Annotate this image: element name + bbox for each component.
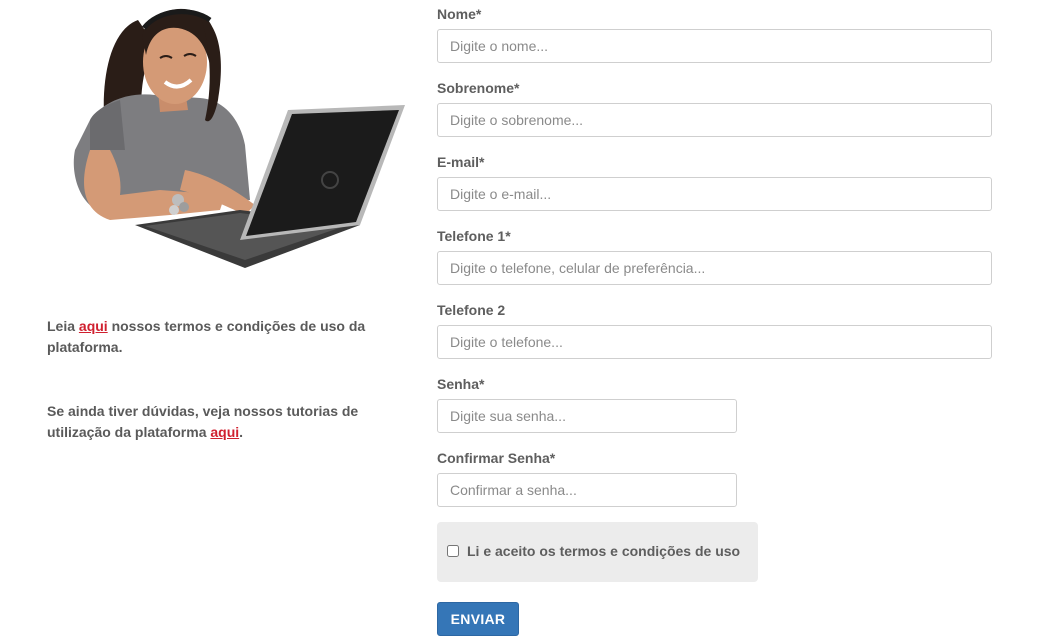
terms-link[interactable]: aqui xyxy=(79,318,108,334)
sobrenome-input[interactable] xyxy=(437,103,992,137)
telefone2-label: Telefone 2 xyxy=(437,302,506,318)
nome-input[interactable] xyxy=(437,29,992,63)
email-input[interactable] xyxy=(437,177,992,211)
submit-button[interactable]: ENVIAR xyxy=(437,602,519,636)
terms-agreement-box: Li e aceito os termos e condições de uso xyxy=(437,522,758,582)
confirmar-senha-input[interactable] xyxy=(437,473,737,507)
tutorial-prefix: Se ainda tiver dúvidas, veja nossos tuto… xyxy=(47,403,359,440)
tutorial-suffix: . xyxy=(239,424,244,440)
terms-info-text: Leia aqui nossos termos e condições de u… xyxy=(47,316,397,358)
tutorial-info-text: Se ainda tiver dúvidas, veja nossos tuto… xyxy=(47,401,397,443)
sobrenome-label: Sobrenome* xyxy=(437,80,520,96)
senha-input[interactable] xyxy=(437,399,737,433)
confirmar-senha-label: Confirmar Senha* xyxy=(437,450,556,466)
terms-checkbox[interactable] xyxy=(447,545,459,557)
terms-checkbox-label[interactable]: Li e aceito os termos e condições de uso xyxy=(467,542,740,560)
telefone2-input[interactable] xyxy=(437,325,992,359)
senha-label: Senha* xyxy=(437,376,485,392)
terms-prefix: Leia xyxy=(47,318,79,334)
girl-with-laptop-illustration xyxy=(73,8,405,268)
nome-label: Nome* xyxy=(437,6,482,22)
telefone1-label: Telefone 1* xyxy=(437,228,511,244)
tutorial-link[interactable]: aqui xyxy=(210,424,239,440)
telefone1-input[interactable] xyxy=(437,251,992,285)
hero-image xyxy=(50,0,410,275)
email-label: E-mail* xyxy=(437,154,485,170)
registration-page: Leia aqui nossos termos e condições de u… xyxy=(0,0,1047,639)
